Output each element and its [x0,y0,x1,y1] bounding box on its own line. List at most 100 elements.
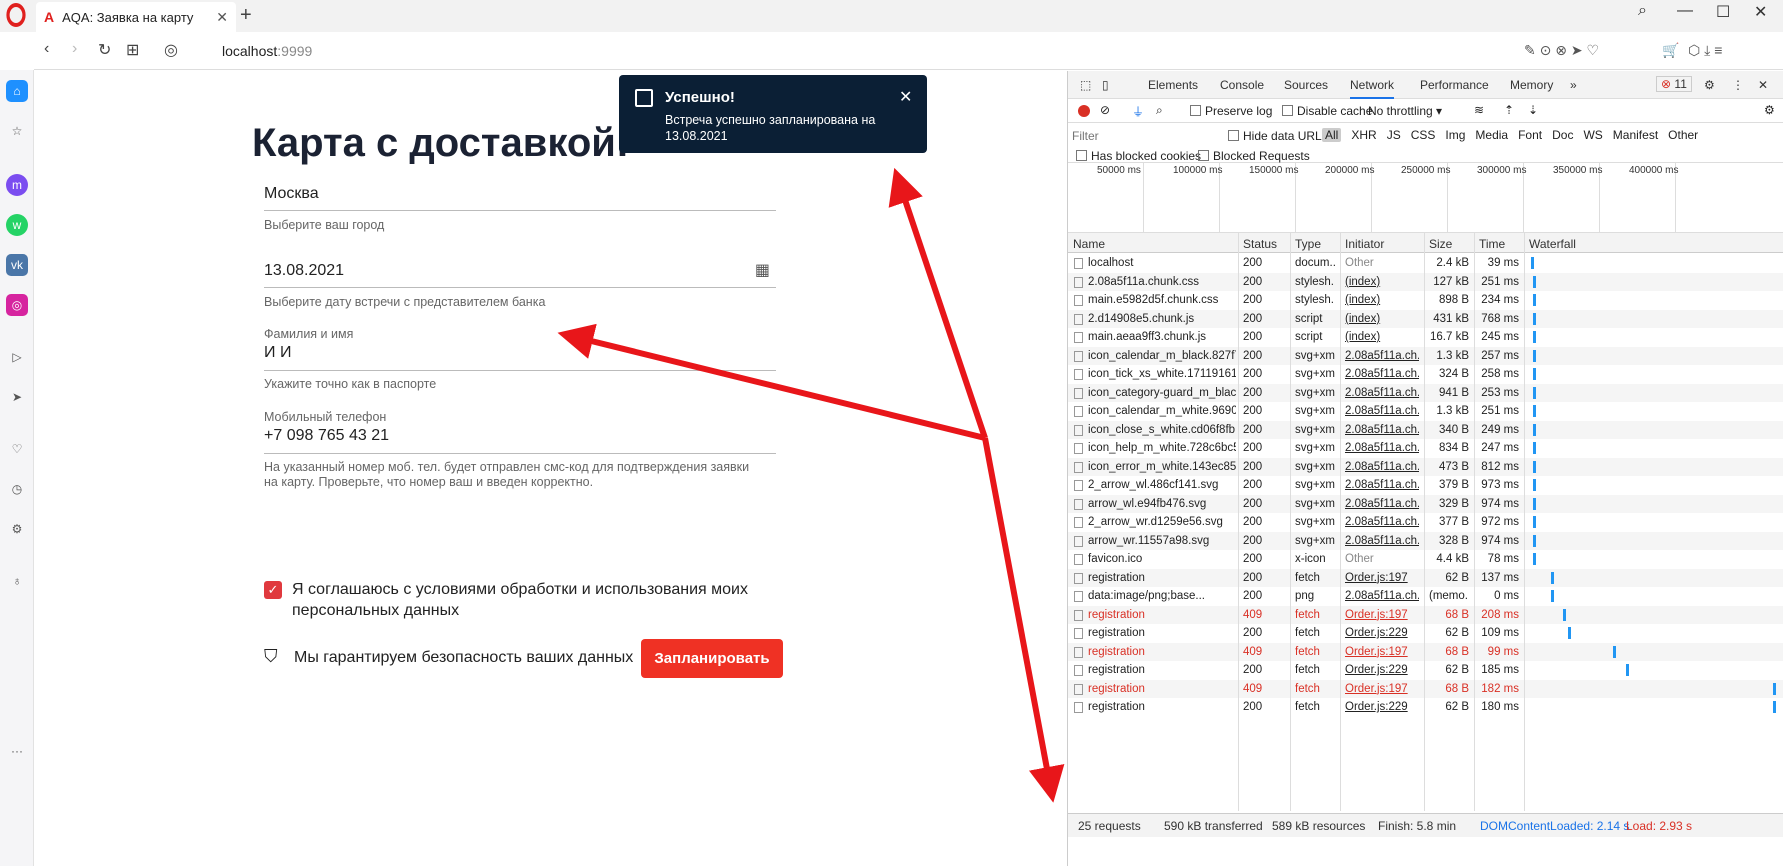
request-row[interactable]: registration 200 fetch Order.js:229 62 B 109 … [1068,624,1783,643]
tab-performance[interactable]: Performance [1420,78,1489,92]
request-initiator[interactable]: (index) [1345,331,1419,343]
request-initiator[interactable]: 2.08a5f11a.ch... [1345,498,1419,510]
disable-cache-checkbox[interactable]: Disable cache [1282,104,1372,118]
request-initiator[interactable]: 2.08a5f11a.ch... [1345,461,1419,473]
request-row[interactable]: registration 200 fetch Order.js:197 62 B 137 … [1068,568,1783,587]
filter-input[interactable] [1072,127,1222,145]
request-initiator[interactable]: 2.08a5f11a.ch... [1345,442,1419,454]
hide-data-urls-checkbox[interactable]: Hide data URLs [1228,129,1328,143]
export-har-icon[interactable]: ⇣ [1528,103,1538,117]
request-row[interactable]: registration 200 fetch Order.js:229 62 B 180 … [1068,698,1783,717]
request-row[interactable]: 2.08a5f11a.chunk.css 200 stylesh... (index)… [1068,272,1783,291]
type-filter-css[interactable]: CSS [1411,128,1436,142]
request-initiator[interactable]: Order.js:197 [1345,683,1419,695]
request-initiator[interactable]: 2.08a5f11a.ch... [1345,535,1419,547]
request-initiator[interactable]: 2.08a5f11a.ch... [1345,424,1419,436]
type-filter-xhr[interactable]: XHR [1351,128,1376,142]
request-initiator[interactable]: Order.js:229 [1345,627,1419,639]
request-initiator[interactable]: (index) [1345,276,1419,288]
request-row[interactable]: 2_arrow_wr.d1259e56.svg 200 svg+xml 2.08a5f… [1068,513,1783,532]
search-icon[interactable]: ⌕ [1156,103,1163,118]
request-row[interactable]: icon_close_s_white.cd06f8fb.s... 200 svg+x… [1068,420,1783,439]
preserve-log-checkbox[interactable]: Preserve log [1190,104,1272,118]
request-initiator[interactable]: 2.08a5f11a.ch... [1345,516,1419,528]
request-row[interactable]: icon_error_m_white.143ec85a... 200 svg+xml… [1068,457,1783,476]
request-row[interactable]: main.e5982d5f.chunk.css 200 stylesh... (ind… [1068,291,1783,310]
request-row[interactable]: arrow_wl.e94fb476.svg 200 svg+xml 2.08a5f11… [1068,494,1783,513]
request-initiator[interactable]: 2.08a5f11a.ch... [1345,405,1419,417]
column-header-time[interactable]: Time [1479,237,1505,251]
request-initiator[interactable]: Order.js:229 [1345,701,1419,713]
blocked-requests-checkbox[interactable]: Blocked Requests [1198,149,1310,163]
tab-elements[interactable]: Elements [1148,78,1198,92]
request-row[interactable]: 2_arrow_wl.486cf141.svg 200 svg+xml 2.08a5f… [1068,476,1783,495]
request-row[interactable]: localhost 200 docum... Other 2.4 kB 39 ms [1068,254,1783,273]
request-initiator[interactable]: 2.08a5f11a.ch... [1345,350,1419,362]
type-filter-ws[interactable]: WS [1583,128,1602,142]
column-header-initiator[interactable]: Initiator [1345,237,1384,251]
inspect-icon[interactable]: ⬚ [1080,78,1091,92]
request-initiator[interactable]: 2.08a5f11a.ch... [1345,387,1419,399]
request-initiator[interactable]: Order.js:197 [1345,609,1419,621]
request-initiator[interactable]: 2.08a5f11a.ch... [1345,590,1419,602]
request-initiator[interactable]: 2.08a5f11a.ch... [1345,368,1419,380]
type-filter-manifest[interactable]: Manifest [1613,128,1658,142]
request-initiator[interactable]: 2.08a5f11a.ch... [1345,479,1419,491]
errors-badge[interactable]: ⊗ 11 [1656,76,1692,92]
type-filter-media[interactable]: Media [1475,128,1508,142]
record-icon[interactable] [1078,105,1090,117]
type-filter-all[interactable]: All [1322,128,1342,142]
request-row[interactable]: icon_help_m_white.728c6bc5.... 200 svg+xml… [1068,439,1783,458]
request-row[interactable]: arrow_wr.11557a98.svg 200 svg+xml 2.08a5f11… [1068,531,1783,550]
type-filter-img[interactable]: Img [1445,128,1465,142]
tab-sources[interactable]: Sources [1284,78,1328,92]
clear-icon[interactable]: ⊘ [1100,103,1110,117]
waterfall-bar [1563,608,1566,621]
request-row[interactable]: icon_category-guard_m_blac... 200 svg+xml 2… [1068,383,1783,402]
tab-memory[interactable]: Memory [1510,78,1553,92]
request-row[interactable]: icon_calendar_m_black.827f7... 200 svg+xml… [1068,346,1783,365]
devtools-settings-icon[interactable]: ⚙ [1704,78,1715,92]
throttling-select[interactable]: No throttling ▾ [1368,104,1442,118]
type-filter-doc[interactable]: Doc [1552,128,1573,142]
type-filter-js[interactable]: JS [1387,128,1401,142]
column-header-name[interactable]: Name [1073,237,1105,251]
request-initiator[interactable]: (index) [1345,294,1419,306]
request-row[interactable]: data:image/png;base... 200 png 2.08a5f11a.c… [1068,587,1783,606]
request-row[interactable]: registration 409 fetch Order.js:197 68 B 182 … [1068,679,1783,698]
request-row[interactable]: registration 409 fetch Order.js:197 68 B 208 … [1068,605,1783,624]
has-blocked-cookies-checkbox[interactable]: Has blocked cookies [1076,149,1201,163]
waterfall-bar [1533,294,1536,306]
import-har-icon[interactable]: ⇡ [1504,103,1514,117]
request-initiator[interactable]: Order.js:197 [1345,646,1419,658]
column-header-status[interactable]: Status [1243,237,1277,251]
device-toggle-icon[interactable]: ▯ [1102,78,1109,92]
devtools-close-icon[interactable]: ✕ [1758,78,1768,92]
request-row[interactable]: main.aeaa9ff3.chunk.js 200 script (index) 16… [1068,328,1783,347]
request-status: 200 [1243,497,1263,510]
request-row[interactable]: 2.d14908e5.chunk.js 200 script (index) 431 k… [1068,309,1783,328]
filter-icon[interactable]: ⏚ [1132,103,1144,120]
tab-network[interactable]: Network [1350,78,1395,99]
request-initiator[interactable]: Order.js:197 [1345,572,1419,584]
more-tabs-icon[interactable]: » [1570,78,1577,92]
column-header-type[interactable]: Type [1295,237,1321,251]
overview-gridline [1143,163,1144,233]
type-filter-other[interactable]: Other [1668,128,1698,142]
request-row[interactable]: favicon.ico 200 x-icon Other 4.4 kB 78 ms [1068,550,1783,569]
request-initiator[interactable]: Order.js:229 [1345,664,1419,676]
tab-console[interactable]: Console [1220,78,1264,92]
column-header-size[interactable]: Size [1429,237,1452,251]
type-filter-font[interactable]: Font [1518,128,1542,142]
network-settings-icon[interactable]: ⚙ [1764,103,1775,117]
network-conditions-icon[interactable]: ≋ [1474,103,1484,117]
column-header-waterfall[interactable]: Waterfall [1529,237,1576,251]
request-size: 62 B [1445,627,1469,639]
request-initiator[interactable]: (index) [1345,313,1419,325]
devtools-menu-icon[interactable]: ⋮ [1732,78,1744,92]
request-row[interactable]: registration 409 fetch Order.js:197 68 B 99 m… [1068,642,1783,661]
request-row[interactable]: registration 200 fetch Order.js:229 62 B 185 … [1068,661,1783,680]
request-row[interactable]: icon_calendar_m_white.9690e... 200 svg+xml… [1068,402,1783,421]
request-row[interactable]: icon_tick_xs_white.17119161... 200 svg+xml… [1068,365,1783,384]
request-time: 768 ms [1481,312,1519,325]
